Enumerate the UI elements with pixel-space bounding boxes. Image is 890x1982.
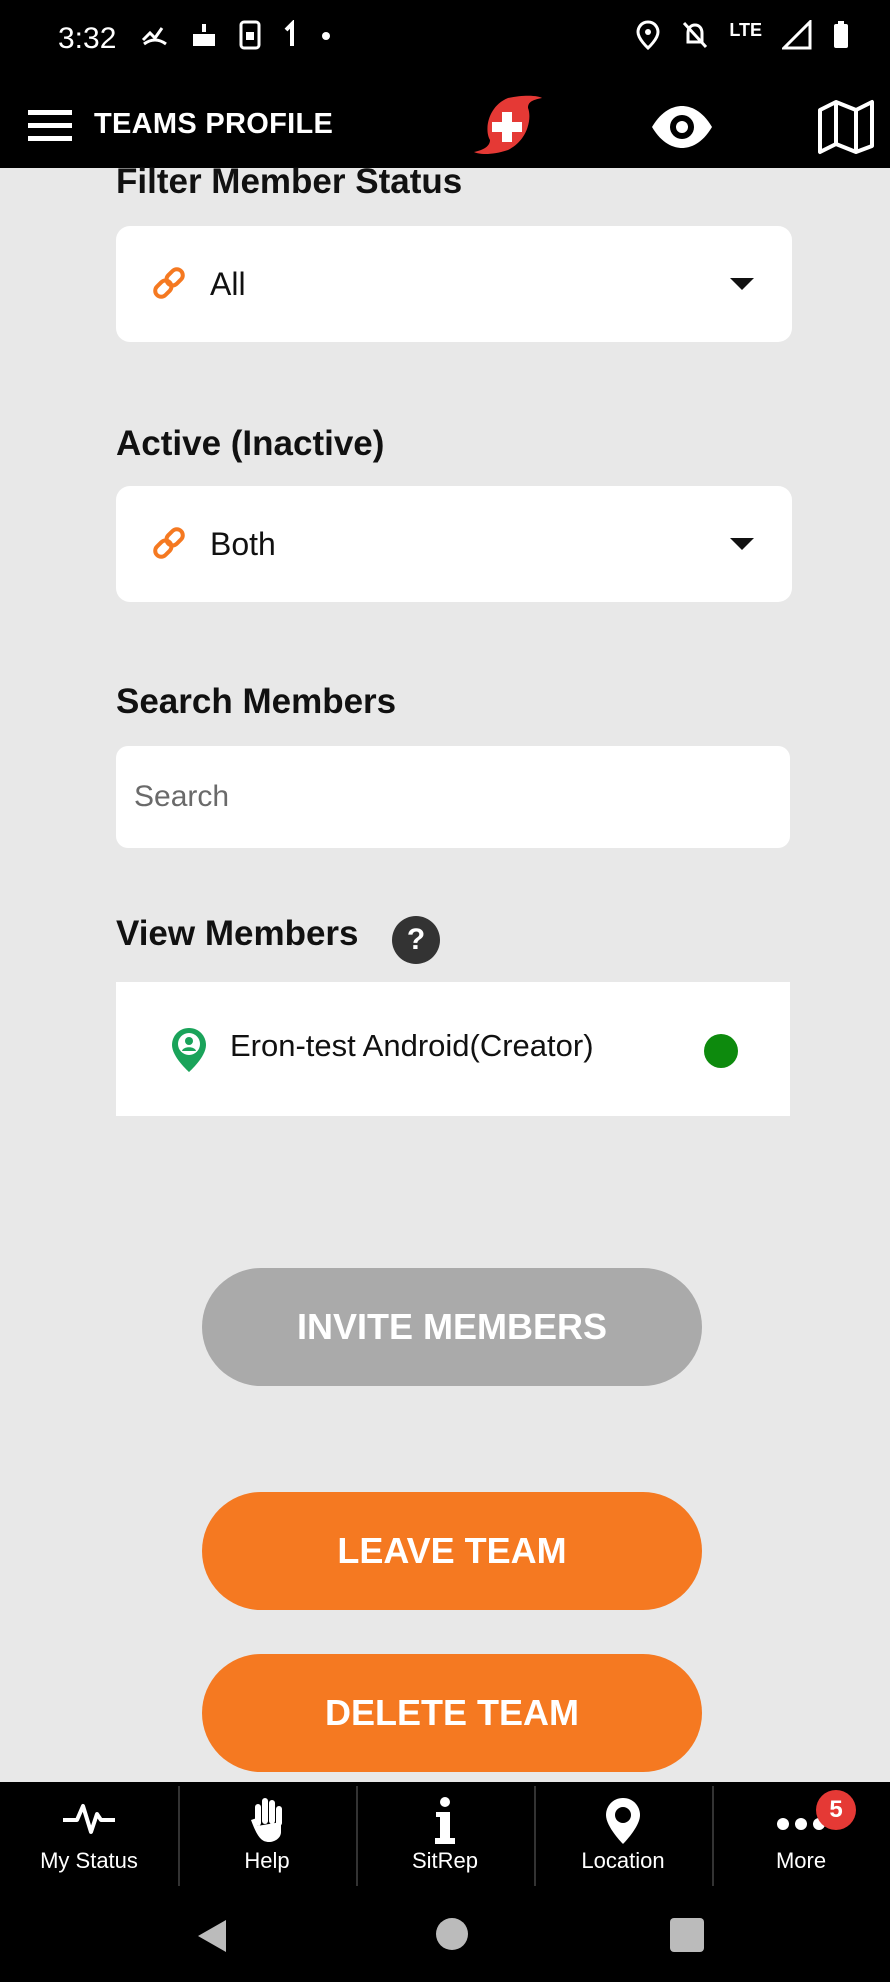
search-members-label: Search Members [116,682,397,721]
nav-label: My Status [40,1848,138,1873]
nav-location[interactable]: Location [534,1782,712,1888]
list-item[interactable]: Eron-test Android(Creator) [116,982,790,1116]
notification-icons [140,20,332,50]
active-status-dropdown[interactable]: Both [116,486,792,602]
missed-call-icon [141,27,167,46]
hurricane-plus-logo [474,95,542,154]
back-icon[interactable] [198,1920,226,1952]
member-location-pin-icon [172,1028,206,1072]
heartbeat-icon [63,1804,115,1834]
map-icon[interactable] [816,96,876,156]
delete-team-button[interactable]: DELETE TEAM [202,1654,702,1772]
recents-icon[interactable] [670,1918,704,1952]
help-icon[interactable]: ? [392,916,440,964]
hand-icon [251,1798,282,1842]
bell-off-icon [683,21,708,49]
nav-more[interactable]: 5 More [712,1782,890,1888]
gps-icon [636,20,660,50]
view-members-label: View Members [116,914,359,953]
status-time: 3:32 [58,22,117,55]
info-icon [435,1797,455,1844]
nav-my-status[interactable]: My Status [0,1782,178,1888]
nav-label: Location [581,1848,665,1873]
online-status-dot [704,1034,738,1068]
dot-icon [322,32,330,40]
nav-help[interactable]: Help [178,1782,356,1888]
invite-members-button[interactable]: INVITE MEMBERS [202,1268,702,1386]
chevron-down-icon [730,538,754,550]
signal-icon [782,20,812,50]
active-status-value: Both [210,526,276,562]
member-status-dropdown[interactable]: All [116,226,792,342]
network-type: LTE [729,19,762,40]
system-nav-bar [0,1888,890,1982]
system-status-icons: LTE [635,20,850,50]
active-inactive-label: Active (Inactive) [116,424,385,463]
phone-sync-icon [239,20,261,50]
page-title: TEAMS PROFILE [94,108,334,140]
filter-member-status-label: Filter Member Status [116,162,463,201]
app-bar: TEAMS PROFILE [0,88,890,168]
chevron-down-icon [730,278,754,290]
battery-icon [834,21,848,48]
members-list: Eron-test Android(Creator) [116,982,790,1116]
link-icon [153,527,185,559]
cake-icon [193,24,215,46]
home-icon[interactable] [436,1918,468,1950]
search-input[interactable] [116,746,790,848]
nav-sitrep[interactable]: SitRep [356,1782,534,1888]
link-icon [153,267,185,299]
member-name: Eron-test Android(Creator) [230,1028,594,1063]
bottom-nav: My Status Help SitRep Location 5 More [0,1782,890,1888]
status-bar: 3:32 LTE [0,0,890,88]
member-status-value: All [210,266,246,302]
nav-label: SitRep [411,1848,479,1873]
upload-icon [284,20,294,46]
nav-label: Help [244,1848,290,1873]
leave-team-button[interactable]: LEAVE TEAM [202,1492,702,1610]
notification-badge: 5 [816,1790,856,1830]
location-pin-icon [606,1798,640,1844]
hamburger-menu-icon[interactable] [28,106,74,146]
nav-label: More [775,1848,827,1873]
eye-icon[interactable] [650,100,714,154]
